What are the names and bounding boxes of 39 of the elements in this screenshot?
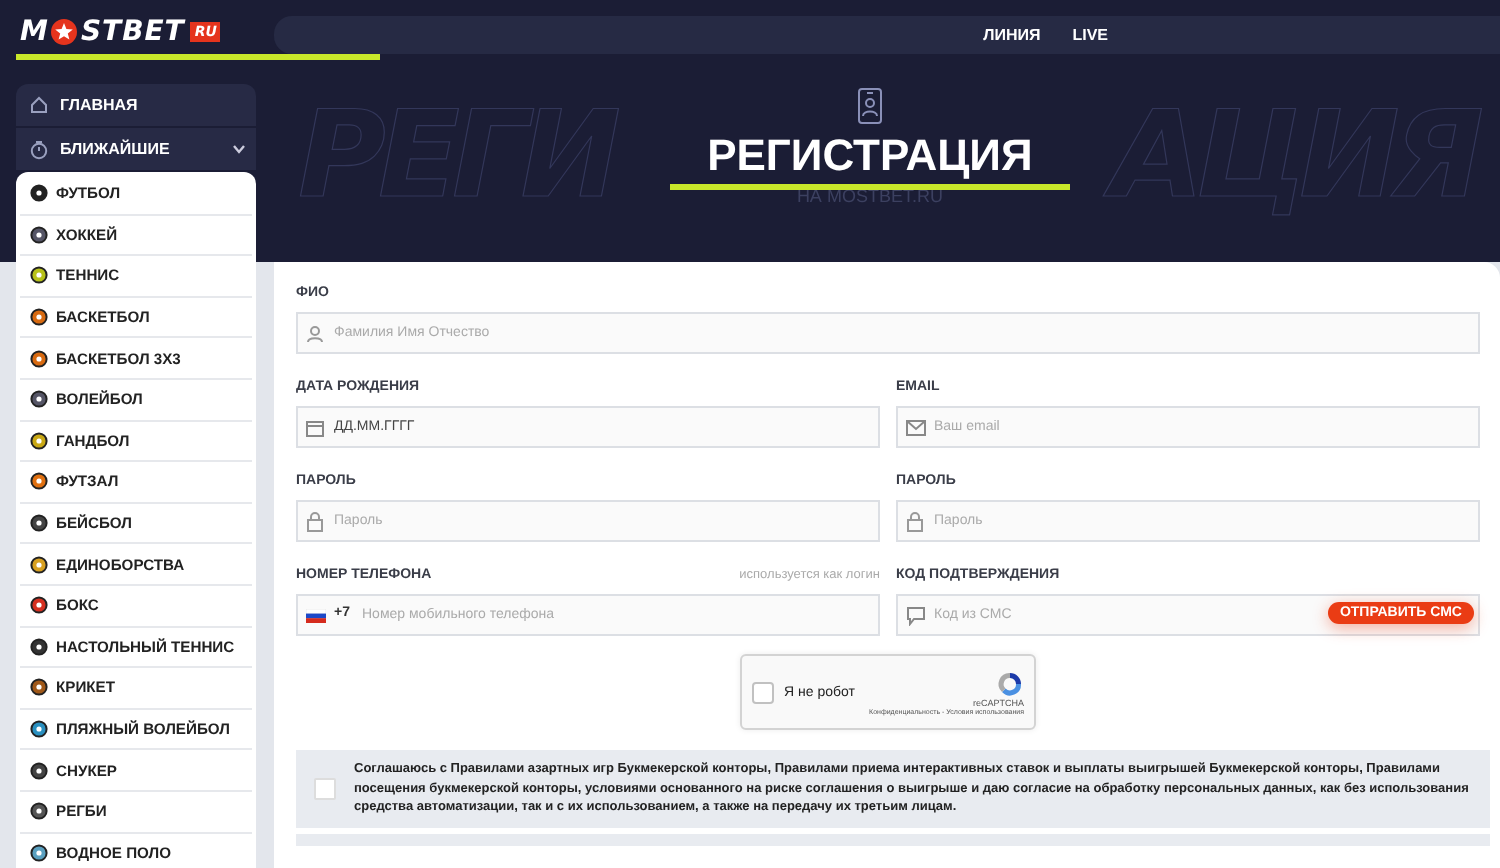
ball-icon	[30, 390, 48, 409]
person-icon	[306, 324, 324, 342]
chat-icon	[906, 605, 926, 625]
chevron-down-icon[interactable]	[232, 144, 246, 154]
checkbox[interactable]	[314, 777, 336, 800]
ball-icon	[30, 225, 48, 244]
ball-icon	[30, 720, 48, 739]
ball-icon	[30, 308, 48, 327]
ball-icon	[30, 678, 48, 697]
ball-icon	[30, 431, 48, 450]
ball-icon	[30, 555, 48, 574]
ball-icon	[30, 266, 48, 285]
menu-item[interactable]: ГЛАВНАЯ	[60, 96, 246, 114]
id-card-icon	[857, 88, 882, 124]
menu-item[interactable]: БЛИЖАЙШИЕ	[60, 140, 220, 158]
ball-icon	[30, 596, 48, 615]
nav-link[interactable]: ЛИНИЯ	[983, 26, 1041, 44]
ball-icon	[30, 637, 48, 656]
ball-icon	[30, 472, 48, 491]
ball-icon	[30, 802, 48, 821]
nav-link[interactable]: LIVE	[1072, 26, 1108, 44]
star-icon	[50, 18, 79, 46]
stopwatch-icon	[30, 139, 48, 159]
lock-icon	[306, 511, 324, 531]
ball-icon	[30, 349, 48, 368]
calendar-icon	[306, 418, 324, 436]
ball-icon	[30, 514, 48, 533]
recaptcha-icon	[996, 669, 1024, 697]
ball-icon	[30, 761, 48, 780]
ball-icon	[30, 843, 48, 862]
home-icon	[30, 96, 48, 114]
ball-icon	[30, 184, 48, 203]
flag-icon	[306, 608, 326, 622]
mail-icon	[906, 419, 926, 435]
checkbox[interactable]	[752, 681, 774, 703]
logo-text[interactable]: STBET	[80, 16, 185, 48]
page-title: РЕГИСТРАЦИЯ	[707, 130, 1033, 182]
lock-icon	[906, 511, 924, 531]
logo-text[interactable]: M	[20, 16, 49, 48]
